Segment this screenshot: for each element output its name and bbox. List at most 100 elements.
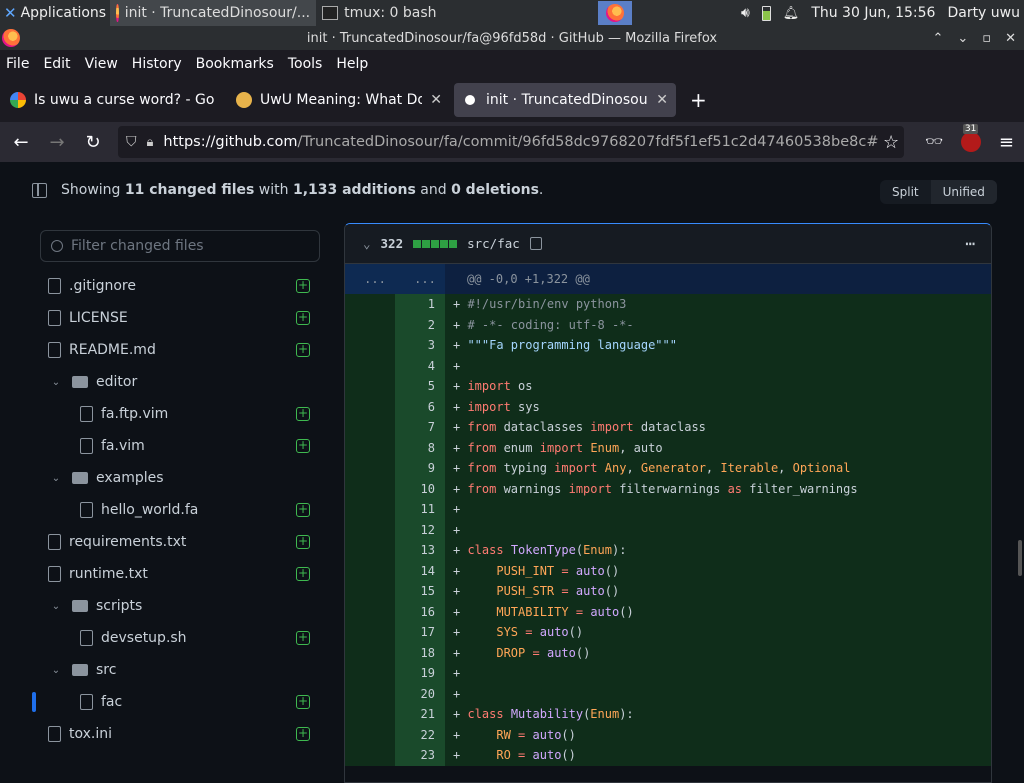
tree-folder-editor[interactable]: ⌄ editor	[32, 366, 332, 398]
old-line-number[interactable]	[345, 540, 395, 561]
tree-file-runtime-txt[interactable]: runtime.txt +	[32, 558, 332, 590]
shield-icon[interactable]: ⛉	[126, 134, 137, 150]
chevron-down-icon[interactable]: ⌄	[48, 377, 64, 388]
old-line-number[interactable]	[345, 355, 395, 376]
new-line-number[interactable]: 18	[395, 642, 445, 663]
filter-files-input[interactable]: Filter changed files	[40, 230, 320, 262]
old-line-number[interactable]	[345, 314, 395, 335]
old-line-number[interactable]	[345, 581, 395, 602]
menu-edit[interactable]: Edit	[43, 56, 70, 72]
menu-tools[interactable]: Tools	[288, 56, 323, 72]
tab-github-commit[interactable]: init · TruncatedDinosour/ ✕	[454, 83, 676, 117]
old-line-number[interactable]	[345, 478, 395, 499]
hamburger-menu-icon[interactable]: ≡	[999, 132, 1014, 153]
battery-icon[interactable]	[761, 5, 771, 21]
tree-file-requirements-txt[interactable]: requirements.txt +	[32, 526, 332, 558]
expand-up-right[interactable]: ...	[405, 264, 445, 294]
copy-path-icon[interactable]	[529, 237, 542, 250]
tree-file-hello-world-fa[interactable]: hello_world.fa +	[32, 494, 332, 526]
new-line-number[interactable]: 13	[395, 540, 445, 561]
new-line-number[interactable]: 9	[395, 458, 445, 479]
tree-file-fa-ftp-vim[interactable]: fa.ftp.vim +	[32, 398, 332, 430]
tree-folder-src[interactable]: ⌄ src	[32, 654, 332, 686]
new-line-number[interactable]: 11	[395, 499, 445, 520]
new-line-number[interactable]: 19	[395, 663, 445, 684]
old-line-number[interactable]	[345, 601, 395, 622]
lock-icon[interactable]: 🔒︎	[147, 135, 154, 150]
expand-up-left[interactable]: ...	[345, 264, 405, 294]
collapse-chevron-icon[interactable]: ⌄	[363, 236, 371, 251]
old-line-number[interactable]	[345, 704, 395, 725]
old-line-number[interactable]	[345, 622, 395, 643]
task-firefox[interactable]: init · TruncatedDinosour/...	[110, 0, 317, 26]
new-line-number[interactable]: 21	[395, 704, 445, 725]
unified-view-button[interactable]: Unified	[930, 180, 997, 204]
tree-folder-examples[interactable]: ⌄ examples	[32, 462, 332, 494]
old-line-number[interactable]	[345, 499, 395, 520]
tree-file-tox-ini[interactable]: tox.ini +	[32, 718, 332, 750]
new-line-number[interactable]: 22	[395, 724, 445, 745]
old-line-number[interactable]	[345, 437, 395, 458]
new-line-number[interactable]: 15	[395, 581, 445, 602]
extension-glasses-icon[interactable]: 👓︎	[925, 134, 943, 150]
split-view-button[interactable]: Split	[880, 180, 931, 204]
new-line-number[interactable]: 17	[395, 622, 445, 643]
close-tab-icon[interactable]: ✕	[430, 92, 442, 108]
url-bar[interactable]: ⛉ 🔒︎ https://github.com/TruncatedDinosou…	[118, 126, 904, 158]
menu-view[interactable]: View	[85, 56, 118, 72]
task-terminal[interactable]: tmux: 0 bash	[316, 0, 506, 26]
old-line-number[interactable]	[345, 376, 395, 397]
chevron-down-icon[interactable]: ⌄	[48, 601, 64, 612]
chevron-down-icon[interactable]: ⌄	[48, 473, 64, 484]
extension-ublock-icon[interactable]: 31	[960, 124, 981, 152]
new-line-number[interactable]: 4	[395, 355, 445, 376]
reload-icon[interactable]: ↻	[78, 127, 108, 157]
volume-icon[interactable]: 🔊︎	[741, 5, 750, 21]
old-line-number[interactable]	[345, 663, 395, 684]
tree-file--gitignore[interactable]: .gitignore +	[32, 270, 332, 302]
new-line-number[interactable]: 12	[395, 519, 445, 540]
old-line-number[interactable]	[345, 396, 395, 417]
old-line-number[interactable]	[345, 683, 395, 704]
new-line-number[interactable]: 20	[395, 683, 445, 704]
tree-file-readme-md[interactable]: README.md +	[32, 334, 332, 366]
toggle-file-tree-icon[interactable]	[32, 182, 47, 198]
tree-file-devsetup-sh[interactable]: devsetup.sh +	[32, 622, 332, 654]
old-line-number[interactable]	[345, 458, 395, 479]
old-line-number[interactable]	[345, 335, 395, 356]
new-line-number[interactable]: 16	[395, 601, 445, 622]
menu-history[interactable]: History	[132, 56, 182, 72]
more-options-icon[interactable]: ⋯	[965, 234, 975, 253]
tree-file-license[interactable]: LICENSE +	[32, 302, 332, 334]
old-line-number[interactable]	[345, 294, 395, 315]
new-line-number[interactable]: 2	[395, 314, 445, 335]
new-line-number[interactable]: 5	[395, 376, 445, 397]
menu-bookmarks[interactable]: Bookmarks	[196, 56, 274, 72]
new-line-number[interactable]: 10	[395, 478, 445, 499]
window-menu-icon[interactable]: ⌃	[932, 31, 943, 46]
page-scrollbar[interactable]	[1018, 540, 1022, 576]
old-line-number[interactable]	[345, 724, 395, 745]
back-icon[interactable]: ←	[6, 127, 36, 157]
tree-file-fac[interactable]: fac +	[32, 686, 332, 718]
minimize-icon[interactable]: ⌄	[957, 31, 968, 46]
close-icon[interactable]: ✕	[1005, 31, 1016, 46]
close-tab-icon[interactable]: ✕	[656, 92, 668, 108]
new-line-number[interactable]: 8	[395, 437, 445, 458]
tree-file-fa-vim[interactable]: fa.vim +	[32, 430, 332, 462]
tree-folder-scripts[interactable]: ⌄ scripts	[32, 590, 332, 622]
chevron-down-icon[interactable]: ⌄	[48, 665, 64, 676]
menu-file[interactable]: File	[6, 56, 29, 72]
new-line-number[interactable]: 1	[395, 294, 445, 315]
old-line-number[interactable]	[345, 519, 395, 540]
clock[interactable]: Thu 30 Jun, 15:56	[811, 5, 935, 21]
tab-uwu-curse[interactable]: Is uwu a curse word? - Go	[2, 83, 224, 117]
new-tab-icon[interactable]: +	[690, 88, 707, 112]
new-line-number[interactable]: 6	[395, 396, 445, 417]
bookmark-star-icon[interactable]: ☆	[883, 132, 899, 153]
old-line-number[interactable]	[345, 642, 395, 663]
new-line-number[interactable]: 3	[395, 335, 445, 356]
menu-help[interactable]: Help	[336, 56, 368, 72]
user-name[interactable]: Darty uwu	[947, 5, 1020, 21]
forward-icon[interactable]: →	[42, 127, 72, 157]
